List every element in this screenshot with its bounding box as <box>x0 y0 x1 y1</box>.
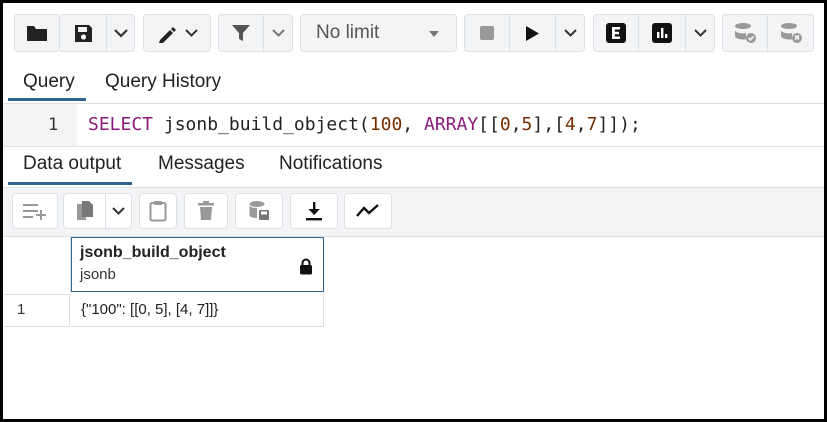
add-row-icon <box>23 204 46 220</box>
line-chart-icon <box>356 204 379 217</box>
sql-keyword-array: ARRAY <box>423 114 479 135</box>
play-icon <box>526 25 539 41</box>
column-header[interactable]: jsonb_build_object jsonb <box>71 237 324 292</box>
paste-button[interactable] <box>139 193 177 229</box>
sql-number: 5 <box>521 114 533 135</box>
sql-punctuation: [[ <box>478 114 500 135</box>
filter-button[interactable] <box>218 14 264 52</box>
save-file-button[interactable] <box>60 14 107 52</box>
execute-options-dropdown[interactable] <box>556 14 585 52</box>
chevron-down-icon <box>112 207 125 215</box>
main-toolbar: No limit <box>3 3 824 63</box>
save-data-icon <box>249 201 269 220</box>
stop-icon <box>480 26 494 40</box>
chevron-down-icon <box>693 29 707 37</box>
output-tabs: Data output Messages Notifications <box>3 147 824 188</box>
tab-data-output[interactable]: Data output <box>7 153 133 185</box>
explain-icon <box>606 23 626 43</box>
chevron-down-icon <box>113 28 128 38</box>
row-limit-value: No limit <box>316 22 380 43</box>
tab-query[interactable]: Query <box>8 71 86 101</box>
open-file-button[interactable] <box>14 14 60 52</box>
chevron-down-icon <box>184 29 198 37</box>
chevron-down-icon <box>563 29 577 37</box>
graph-visualiser-button[interactable] <box>344 193 392 229</box>
save-options-dropdown[interactable] <box>107 14 135 52</box>
sql-number: 0 <box>499 114 511 135</box>
trash-icon <box>198 201 214 220</box>
edit-pen-icon <box>158 27 176 43</box>
sql-punctuation: ]]); <box>597 114 641 135</box>
sql-punctuation: , <box>510 114 522 135</box>
output-toolbar <box>3 188 824 237</box>
sql-number: 7 <box>586 114 598 135</box>
edit-options-button[interactable] <box>143 14 211 52</box>
lock-icon <box>300 258 312 275</box>
explain-analyze-button[interactable] <box>639 14 686 52</box>
sql-number: 100 <box>369 114 403 135</box>
sql-editor[interactable]: 1 SELECT jsonb_build_object(100, ARRAY[[… <box>3 104 824 147</box>
chevron-down-icon <box>271 29 285 37</box>
row-number[interactable]: 1 <box>3 294 70 327</box>
tab-notifications[interactable]: Notifications <box>279 153 383 175</box>
editor-gutter: 1 <box>3 104 77 146</box>
row-limit-select[interactable]: No limit <box>300 14 457 52</box>
download-button[interactable] <box>290 193 338 229</box>
filter-icon <box>232 25 250 41</box>
pgadmin-query-tool: No limit Query Query History 1 SELECT js… <box>0 0 827 422</box>
sql-keyword-select: SELECT <box>88 114 154 135</box>
execute-button[interactable] <box>510 14 556 52</box>
copy-icon <box>76 201 93 220</box>
download-icon <box>306 202 322 221</box>
table-cell[interactable]: {"100": [[0, 5], [4, 7]]} <box>71 294 324 327</box>
explain-options-dropdown[interactable] <box>686 14 715 52</box>
commit-button[interactable] <box>722 14 768 52</box>
commit-icon <box>735 23 756 43</box>
caret-down-icon <box>429 31 439 37</box>
add-row-button[interactable] <box>12 193 58 229</box>
stop-query-button[interactable] <box>464 14 510 52</box>
filter-dropdown[interactable] <box>264 14 293 52</box>
explain-button[interactable] <box>593 14 639 52</box>
sql-punctuation: , <box>402 114 424 135</box>
sql-code-line[interactable]: SELECT jsonb_build_object(100, ARRAY[[0,… <box>88 114 641 135</box>
tab-query-history[interactable]: Query History <box>105 71 221 93</box>
rollback-icon <box>780 23 802 43</box>
column-type: jsonb <box>80 266 116 283</box>
column-name: jsonb_build_object <box>80 244 226 261</box>
line-number: 1 <box>48 115 59 135</box>
save-icon <box>74 24 92 42</box>
sql-punctuation: , <box>575 114 587 135</box>
tab-messages[interactable]: Messages <box>158 153 245 175</box>
copy-options-dropdown[interactable] <box>106 193 132 229</box>
paste-icon <box>149 201 167 222</box>
query-tabs: Query Query History <box>3 63 824 104</box>
result-grid: jsonb_build_object jsonb 1 {"100": [[0, … <box>3 237 824 419</box>
grid-corner-cell <box>3 237 71 295</box>
rollback-button[interactable] <box>768 14 814 52</box>
explain-analyze-icon <box>652 23 672 43</box>
save-data-changes-button[interactable] <box>235 193 283 229</box>
delete-row-button[interactable] <box>184 193 228 229</box>
sql-number: 4 <box>564 114 576 135</box>
sql-function-call: jsonb_build_object( <box>153 114 370 135</box>
sql-punctuation: ],[ <box>532 114 565 135</box>
folder-icon <box>27 26 47 41</box>
copy-button[interactable] <box>63 193 106 229</box>
